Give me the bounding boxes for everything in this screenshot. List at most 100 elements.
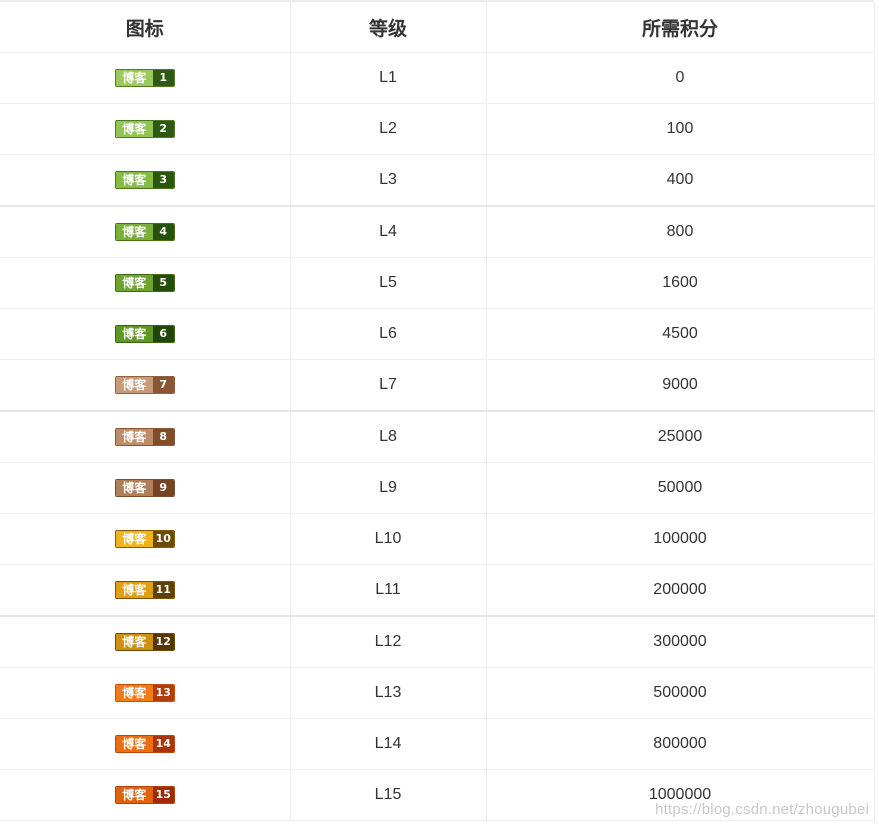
blog-level-badge-icon: 博客 10 xyxy=(114,529,175,548)
badge-label: 博客 xyxy=(115,735,153,752)
level-cell: L6 xyxy=(289,308,486,360)
points-cell: 800 xyxy=(485,206,875,258)
level-icon-cell: 博客 7 xyxy=(0,359,290,412)
badge-label: 博客 xyxy=(115,171,153,188)
column-header-level: 等级 xyxy=(289,2,486,53)
level-icon-cell: 博客 10 xyxy=(0,513,290,565)
table-row: 博客 6 L6 4500 xyxy=(0,308,875,360)
level-cell: L7 xyxy=(289,359,486,412)
badge-number: 11 xyxy=(152,581,174,598)
points-cell: 1600 xyxy=(485,257,875,309)
blog-level-badge-icon: 博客 4 xyxy=(114,222,175,241)
points-cell: 200000 xyxy=(485,564,875,617)
blog-level-badge-icon: 博客 2 xyxy=(114,119,175,138)
blog-level-badge-icon: 博客 5 xyxy=(114,273,175,292)
badge-number: 7 xyxy=(152,376,174,393)
table-row: 博客 14 L14 800000 xyxy=(0,718,875,770)
level-icon-cell: 博客 6 xyxy=(0,308,290,360)
table-row: 博客 12 L12 300000 xyxy=(0,616,875,668)
badge-label: 博客 xyxy=(115,479,153,496)
level-icon-cell: 博客 2 xyxy=(0,103,290,155)
blog-level-badge-icon: 博客 12 xyxy=(114,632,175,651)
badge-label: 博客 xyxy=(115,530,153,547)
badge-label: 博客 xyxy=(115,633,153,650)
table-row: 博客 13 L13 500000 xyxy=(0,667,875,719)
column-header-points: 所需积分 xyxy=(485,2,875,53)
level-icon-cell: 博客 11 xyxy=(0,564,290,617)
table-row: 博客 7 L7 9000 xyxy=(0,359,875,412)
badge-label: 博客 xyxy=(115,274,153,291)
table-row: 博客 5 L5 1600 xyxy=(0,257,875,309)
points-cell: 4500 xyxy=(485,308,875,360)
level-cell: L9 xyxy=(289,462,486,514)
points-cell: 25000 xyxy=(485,411,875,463)
table-row: 博客 3 L3 400 xyxy=(0,154,875,207)
level-icon-cell: 博客 1 xyxy=(0,52,290,104)
level-icon-cell: 博客 14 xyxy=(0,718,290,770)
badge-label: 博客 xyxy=(115,69,153,86)
points-cell: 100 xyxy=(485,103,875,155)
blog-level-badge-icon: 博客 8 xyxy=(114,427,175,446)
blog-level-badge-icon: 博客 15 xyxy=(114,785,175,804)
points-cell: 9000 xyxy=(485,359,875,412)
badge-label: 博客 xyxy=(115,684,153,701)
level-cell: L11 xyxy=(289,564,486,617)
points-cell: 300000 xyxy=(485,616,875,668)
level-cell: L10 xyxy=(289,513,486,565)
badge-number: 13 xyxy=(152,684,174,701)
level-cell: L15 xyxy=(289,769,486,821)
level-cell: L13 xyxy=(289,667,486,719)
points-cell: 50000 xyxy=(485,462,875,514)
table-row: 博客 8 L8 25000 xyxy=(0,411,875,463)
badge-label: 博客 xyxy=(115,786,153,803)
table-header-row: 图标 等级 所需积分 xyxy=(0,2,875,53)
blog-level-badge-icon: 博客 9 xyxy=(114,478,175,497)
badge-number: 14 xyxy=(152,735,174,752)
level-cell: L3 xyxy=(289,154,486,207)
level-cell: L2 xyxy=(289,103,486,155)
level-cell: L1 xyxy=(289,52,486,104)
badge-label: 博客 xyxy=(115,120,153,137)
table-row: 博客 11 L11 200000 xyxy=(0,564,875,617)
blog-level-badge-icon: 博客 1 xyxy=(114,68,175,87)
level-icon-cell: 博客 5 xyxy=(0,257,290,309)
badge-label: 博客 xyxy=(115,223,153,240)
badge-label: 博客 xyxy=(115,325,153,342)
blog-level-badge-icon: 博客 3 xyxy=(114,170,175,189)
table-row: 博客 4 L4 800 xyxy=(0,206,875,258)
level-icon-cell: 博客 9 xyxy=(0,462,290,514)
level-icon-cell: 博客 4 xyxy=(0,206,290,258)
level-icon-cell: 博客 15 xyxy=(0,769,290,821)
points-cell: 400 xyxy=(485,154,875,207)
blog-level-badge-icon: 博客 11 xyxy=(114,580,175,599)
badge-number: 3 xyxy=(152,171,174,188)
column-header-icon: 图标 xyxy=(0,2,290,53)
level-table-container: 图标 等级 所需积分 博客 1 L1 0 博客 2 L2 100 博客 3 L3 400 博客 4 L4 80… xyxy=(0,0,875,821)
points-cell: 0 xyxy=(485,52,875,104)
blog-level-badge-icon: 博客 13 xyxy=(114,683,175,702)
badge-number: 9 xyxy=(152,479,174,496)
level-cell: L4 xyxy=(289,206,486,258)
level-table: 图标 等级 所需积分 博客 1 L1 0 博客 2 L2 100 博客 3 L3 400 博客 4 L4 80… xyxy=(0,2,875,821)
points-cell: 800000 xyxy=(485,718,875,770)
badge-label: 博客 xyxy=(115,376,153,393)
table-row: 博客 1 L1 0 xyxy=(0,52,875,104)
badge-number: 1 xyxy=(152,69,174,86)
table-row: 博客 2 L2 100 xyxy=(0,103,875,155)
badge-number: 10 xyxy=(152,530,174,547)
level-cell: L12 xyxy=(289,616,486,668)
level-icon-cell: 博客 13 xyxy=(0,667,290,719)
badge-number: 2 xyxy=(152,120,174,137)
table-row: 博客 10 L10 100000 xyxy=(0,513,875,565)
level-cell: L14 xyxy=(289,718,486,770)
badge-number: 15 xyxy=(152,786,174,803)
blog-level-badge-icon: 博客 6 xyxy=(114,324,175,343)
badge-number: 4 xyxy=(152,223,174,240)
badge-label: 博客 xyxy=(115,428,153,445)
badge-number: 6 xyxy=(152,325,174,342)
blog-level-badge-icon: 博客 14 xyxy=(114,734,175,753)
blog-level-badge-icon: 博客 7 xyxy=(114,375,175,394)
level-icon-cell: 博客 12 xyxy=(0,616,290,668)
watermark: https://blog.csdn.net/zhougubei xyxy=(655,801,869,818)
badge-number: 5 xyxy=(152,274,174,291)
